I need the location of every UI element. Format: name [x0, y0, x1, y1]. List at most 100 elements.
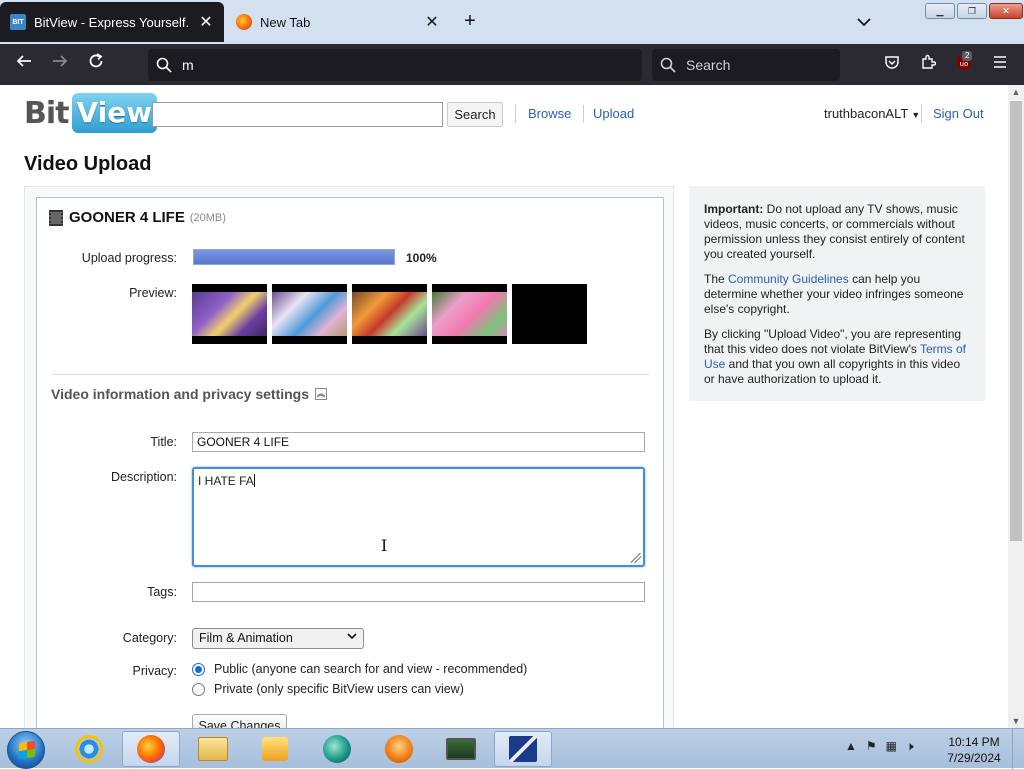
- taskbar-media-player[interactable]: [246, 731, 304, 767]
- search-placeholder: Search: [686, 57, 731, 73]
- tab-title: BitView - Express Yourself.: [34, 14, 190, 30]
- action-center-flag-icon[interactable]: ⚑: [866, 739, 877, 754]
- site-search-button[interactable]: Search: [447, 102, 503, 127]
- notice-text: The: [704, 272, 729, 286]
- taskbar-app-editor[interactable]: [494, 731, 552, 767]
- firefox-icon: [137, 735, 165, 763]
- text-cursor-icon: I: [381, 536, 388, 555]
- maximize-button[interactable]: ❐: [957, 3, 987, 19]
- search-icon: [156, 57, 172, 73]
- privacy-option-label: Public (anyone can search for and view -…: [214, 662, 528, 676]
- clock-time: 10:14 PM: [948, 735, 1000, 749]
- reload-button[interactable]: [84, 52, 108, 76]
- scroll-down-icon[interactable]: ▼: [1008, 714, 1024, 728]
- preview-thumbnail[interactable]: [192, 284, 267, 344]
- globe-icon: [323, 735, 351, 763]
- file-name: GOONER 4 LIFE: [69, 209, 185, 226]
- user-menu[interactable]: truthbaconALT ▼: [824, 106, 920, 121]
- url-bar[interactable]: m: [148, 49, 642, 81]
- community-guidelines-link[interactable]: Community Guidelines: [728, 272, 849, 286]
- save-changes-button[interactable]: Save Changes: [192, 714, 287, 728]
- preview-thumbnail[interactable]: [432, 284, 507, 344]
- preview-label: Preview:: [129, 286, 177, 300]
- preview-thumbnail[interactable]: [512, 284, 587, 344]
- firefox-icon: [236, 14, 252, 30]
- orange-app-icon: [385, 735, 413, 763]
- close-icon[interactable]: ✕: [198, 12, 214, 32]
- svg-text:uo: uo: [960, 60, 969, 68]
- radio-public[interactable]: [192, 662, 205, 676]
- pocket-icon[interactable]: [882, 54, 902, 74]
- collapse-icon[interactable]: ︽: [315, 388, 328, 400]
- video-editor-icon: [509, 736, 537, 762]
- show-desktop-button[interactable]: [1012, 729, 1024, 769]
- extensions-icon[interactable]: [918, 54, 938, 74]
- bitview-icon: BIT: [10, 14, 26, 30]
- film-icon: [49, 209, 63, 226]
- search-icon: [660, 57, 676, 73]
- privacy-option-label: Private (only specific BitView users can…: [214, 682, 464, 696]
- tab-new-tab[interactable]: New Tab ✕: [226, 2, 450, 42]
- description-label: Description:: [111, 470, 177, 484]
- upload-card: GOONER 4 LIFE (20MB) Upload progress: 10…: [36, 197, 664, 728]
- browse-link[interactable]: Browse: [528, 106, 571, 121]
- privacy-option-private[interactable]: Private (only specific BitView users can…: [192, 682, 464, 696]
- taskbar-ie[interactable]: [60, 731, 118, 767]
- volume-muted-icon[interactable]: 🕨: [906, 739, 914, 754]
- start-button[interactable]: [7, 731, 45, 769]
- section-header[interactable]: Video information and privacy settings ︽: [51, 386, 328, 402]
- tags-field[interactable]: [192, 582, 645, 602]
- page-content: Bit View Search Browse Upload truthbacon…: [0, 85, 1008, 728]
- internet-explorer-icon: [75, 735, 103, 763]
- menu-icon[interactable]: [990, 54, 1010, 74]
- browser-navbar: m Search uo: [0, 44, 1024, 85]
- taskbar-explorer[interactable]: [184, 731, 242, 767]
- tray-expand-icon[interactable]: ▲: [845, 739, 857, 754]
- back-button[interactable]: [12, 52, 36, 76]
- privacy-option-public[interactable]: Public (anyone can search for and view -…: [192, 662, 527, 676]
- window-close-button[interactable]: ✕: [989, 3, 1023, 19]
- radio-private[interactable]: [192, 682, 205, 696]
- category-value: Film & Animation: [199, 631, 293, 645]
- resize-grip-icon[interactable]: [631, 553, 641, 563]
- taskbar-app-orange[interactable]: [370, 731, 428, 767]
- monitor-icon: [446, 738, 476, 760]
- taskbar-app-globe[interactable]: [308, 731, 366, 767]
- sign-out-link[interactable]: Sign Out: [933, 106, 984, 121]
- title-field[interactable]: GOONER 4 LIFE: [192, 432, 645, 452]
- upload-link[interactable]: Upload: [593, 106, 634, 121]
- site-logo[interactable]: Bit View: [24, 93, 158, 133]
- tab-bitview[interactable]: BIT BitView - Express Yourself. ✕: [0, 2, 224, 42]
- description-text: I HATE FA: [198, 474, 254, 488]
- nav-divider: [583, 105, 584, 123]
- taskbar-clock[interactable]: 10:14 PM 7/29/2024: [942, 734, 1006, 766]
- section-title: Video information and privacy settings: [51, 386, 310, 402]
- progress-label: Upload progress:: [81, 251, 177, 265]
- chevron-down-icon: [857, 18, 871, 27]
- chevron-down-icon: [347, 632, 357, 643]
- category-select[interactable]: Film & Animation: [192, 628, 364, 649]
- site-search-input[interactable]: [152, 102, 443, 127]
- list-all-tabs-button[interactable]: [854, 10, 874, 34]
- taskbar-firefox[interactable]: [122, 731, 180, 767]
- media-player-icon: [262, 737, 288, 761]
- preview-thumbnail[interactable]: [272, 284, 347, 344]
- scrollbar-thumb[interactable]: [1010, 101, 1022, 541]
- preview-thumbnail[interactable]: [352, 284, 427, 344]
- progress-fill: [194, 250, 394, 264]
- network-icon[interactable]: ▦: [886, 739, 897, 754]
- window-controls: ▁ ❐ ✕: [925, 3, 1023, 19]
- scroll-up-icon[interactable]: ▲: [1008, 85, 1024, 99]
- forward-arrow-icon: [53, 55, 68, 67]
- taskbar-app-monitor[interactable]: [432, 731, 490, 767]
- page-title: Video Upload: [24, 153, 152, 175]
- browser-search-bar[interactable]: Search: [652, 49, 840, 81]
- forward-button[interactable]: [48, 52, 72, 76]
- new-tab-button[interactable]: +: [460, 10, 480, 34]
- description-field[interactable]: I HATE FA: [192, 467, 645, 567]
- taskbar: ▲ ⚑ ▦ 🕨 10:14 PM 7/29/2024: [0, 728, 1024, 769]
- minimize-button[interactable]: ▁: [925, 3, 955, 19]
- nav-divider: [515, 105, 516, 123]
- page-scrollbar[interactable]: ▲ ▼: [1008, 85, 1024, 728]
- close-icon[interactable]: ✕: [424, 12, 440, 32]
